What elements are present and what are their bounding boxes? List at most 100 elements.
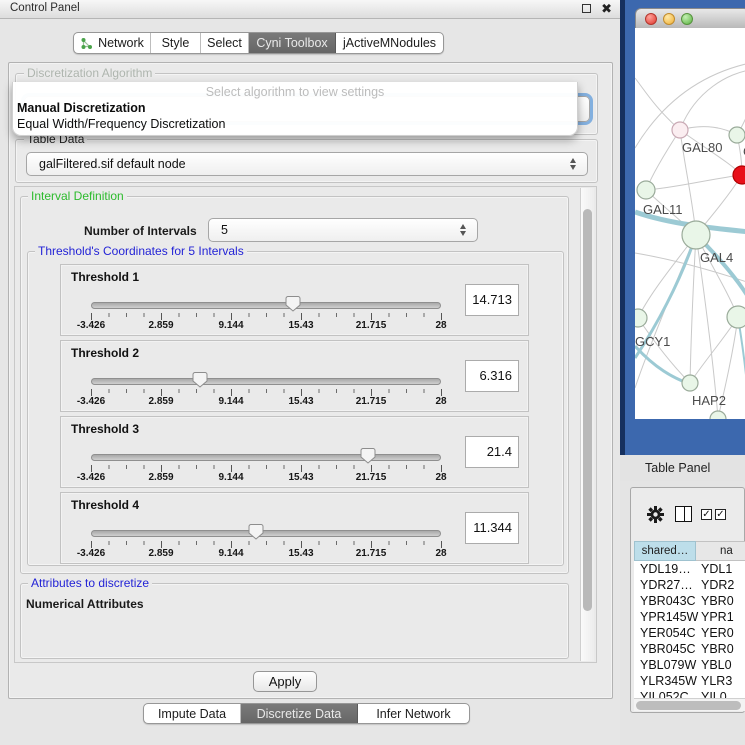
tick-label: 2.859 xyxy=(126,320,196,331)
threshold-value-field[interactable]: 6.316 xyxy=(465,360,519,392)
table-cell: YBL079W xyxy=(634,657,698,673)
network-icon xyxy=(80,37,93,50)
threshold-value-field[interactable]: 21.4 xyxy=(465,436,519,468)
threshold-value-field[interactable]: 14.713 xyxy=(465,284,519,316)
table-row[interactable]: YER054CYER0 xyxy=(634,625,745,641)
table-cell: YBR0 xyxy=(698,641,734,657)
column-header-name[interactable]: na xyxy=(696,541,745,561)
tab-impute-data[interactable]: Impute Data xyxy=(144,704,241,723)
network-node-label: GAL11 xyxy=(643,202,683,217)
slider-track[interactable] xyxy=(91,454,441,461)
slider-thumb[interactable] xyxy=(360,447,376,464)
close-icon[interactable]: ✖ xyxy=(601,0,612,18)
tab-jactivemnodules[interactable]: jActiveMNodules xyxy=(336,33,443,53)
table-cell: YLR3 xyxy=(698,673,732,689)
column-header-shared-name[interactable]: shared… xyxy=(634,541,696,561)
numerical-attributes-label: Numerical Attributes xyxy=(26,597,144,611)
network-node[interactable] xyxy=(682,375,698,391)
tick-label: 21.715 xyxy=(336,548,406,559)
network-node[interactable] xyxy=(635,309,647,327)
network-window-titlebar xyxy=(635,8,745,28)
tick-label: 15.43 xyxy=(266,472,336,483)
popup-item-manual-discretization[interactable]: Manual Discretization xyxy=(17,101,146,115)
threshold-panel: Threshold 2 -3.4262.8599.14415.4321.7152… xyxy=(60,340,529,412)
split-columns-icon[interactable] xyxy=(675,506,692,522)
threshold-value-field[interactable]: 11.344 xyxy=(465,512,519,544)
table-cell: YER0 xyxy=(698,625,734,641)
scrollbar-thumb[interactable] xyxy=(583,209,592,611)
threshold-panel: Threshold 4 -3.4262.8599.14415.4321.7152… xyxy=(60,492,529,564)
checkbox-icon[interactable]: ✓ xyxy=(715,509,726,520)
thresholds-group: Threshold's Coordinates for 5 Intervals … xyxy=(27,251,564,566)
tab-network[interactable]: Network xyxy=(74,33,151,53)
minimize-traffic-light[interactable] xyxy=(663,13,675,25)
slider-track[interactable] xyxy=(91,302,441,309)
zoom-traffic-light[interactable] xyxy=(681,13,693,25)
slider-thumb[interactable] xyxy=(285,295,301,312)
network-node[interactable] xyxy=(727,306,745,328)
num-intervals-combo[interactable]: 5 xyxy=(208,218,478,242)
popup-item-equal-width-frequency[interactable]: Equal Width/Frequency Discretization xyxy=(17,117,225,131)
tab-discretize-data[interactable]: Discretize Data xyxy=(241,704,358,723)
table-row[interactable]: YPR145WYPR1 xyxy=(634,609,745,625)
tick-label: 2.859 xyxy=(126,472,196,483)
table-cell: YDL1 xyxy=(698,561,732,577)
table-panel-title: Table Panel xyxy=(645,461,710,475)
table-hscrollbar[interactable] xyxy=(634,698,745,711)
slider-track[interactable] xyxy=(91,378,441,385)
popup-hint: Select algorithm to view settings xyxy=(13,85,577,99)
control-panel: Control Panel ✖ Network Style Select Cyn… xyxy=(0,0,620,745)
tab-cyni-toolbox[interactable]: Cyni Toolbox xyxy=(249,33,336,53)
tick-label: 2.859 xyxy=(126,396,196,407)
network-node[interactable] xyxy=(672,122,688,138)
table-data-group: Table Data galFiltered.sif default node xyxy=(15,139,598,183)
table-row[interactable]: YBR045CYBR0 xyxy=(634,641,745,657)
checkbox-icon[interactable]: ✓ xyxy=(701,509,712,520)
control-panel-titlebar: Control Panel ✖ xyxy=(0,0,620,19)
apply-button[interactable]: Apply xyxy=(253,671,317,692)
network-node[interactable] xyxy=(710,411,726,419)
tick-label: 9.144 xyxy=(196,548,266,559)
scrollbar-thumb[interactable] xyxy=(636,701,741,710)
table-cell: YDR27… xyxy=(634,577,698,593)
tick-label: 9.144 xyxy=(196,472,266,483)
threshold-panel: Threshold 3 -3.4262.8599.14415.4321.7152… xyxy=(60,416,529,488)
num-intervals-label: Number of Intervals xyxy=(84,224,197,238)
slider-track[interactable] xyxy=(91,530,441,537)
table-row[interactable]: YDR27…YDR2 xyxy=(634,577,745,593)
network-node-label: HAP2 xyxy=(692,393,726,408)
tick-label: 21.715 xyxy=(336,396,406,407)
tick-label: 2.859 xyxy=(126,548,196,559)
table-cell: YPR1 xyxy=(698,609,734,625)
group-title: Threshold's Coordinates for 5 Intervals xyxy=(35,245,247,258)
network-canvas[interactable]: GAL80GACGAL11GAL4GCY1HHAP2 xyxy=(635,28,745,419)
tab-infer-network[interactable]: Infer Network xyxy=(358,704,469,723)
network-node-label: GAL4 xyxy=(700,250,733,265)
float-window-icon[interactable] xyxy=(582,4,591,13)
updown-arrows-icon xyxy=(459,223,468,237)
network-node[interactable] xyxy=(682,221,710,249)
tick-label: -3.426 xyxy=(56,472,126,483)
tab-style[interactable]: Style xyxy=(151,33,201,53)
network-node[interactable] xyxy=(637,181,655,199)
screenshot-root: Control Panel ✖ Network Style Select Cyn… xyxy=(0,0,745,745)
network-node[interactable] xyxy=(729,127,745,143)
slider-thumb[interactable] xyxy=(248,523,264,540)
table-row[interactable]: YBR043CYBR0 xyxy=(634,593,745,609)
panel-scrollbar[interactable] xyxy=(580,188,594,661)
table-data-combo[interactable]: galFiltered.sif default node xyxy=(26,152,588,176)
network-node-label: GCY1 xyxy=(635,334,670,349)
network-node[interactable] xyxy=(733,166,745,184)
threshold-label: Threshold 1 xyxy=(71,270,139,284)
gear-icon[interactable] xyxy=(647,506,664,523)
close-traffic-light[interactable] xyxy=(645,13,657,25)
tick-label: -3.426 xyxy=(56,396,126,407)
slider-thumb[interactable] xyxy=(192,371,208,388)
table-row[interactable]: YLR345WYLR3 xyxy=(634,673,745,689)
panel-title: Control Panel xyxy=(10,2,80,14)
tick-label: 28 xyxy=(406,472,476,483)
tab-select[interactable]: Select xyxy=(201,33,249,53)
table-row[interactable]: YDL19…YDL1 xyxy=(634,561,745,577)
table-row[interactable]: YBL079WYBL0 xyxy=(634,657,745,673)
table-cell: YLR345W xyxy=(634,673,698,689)
